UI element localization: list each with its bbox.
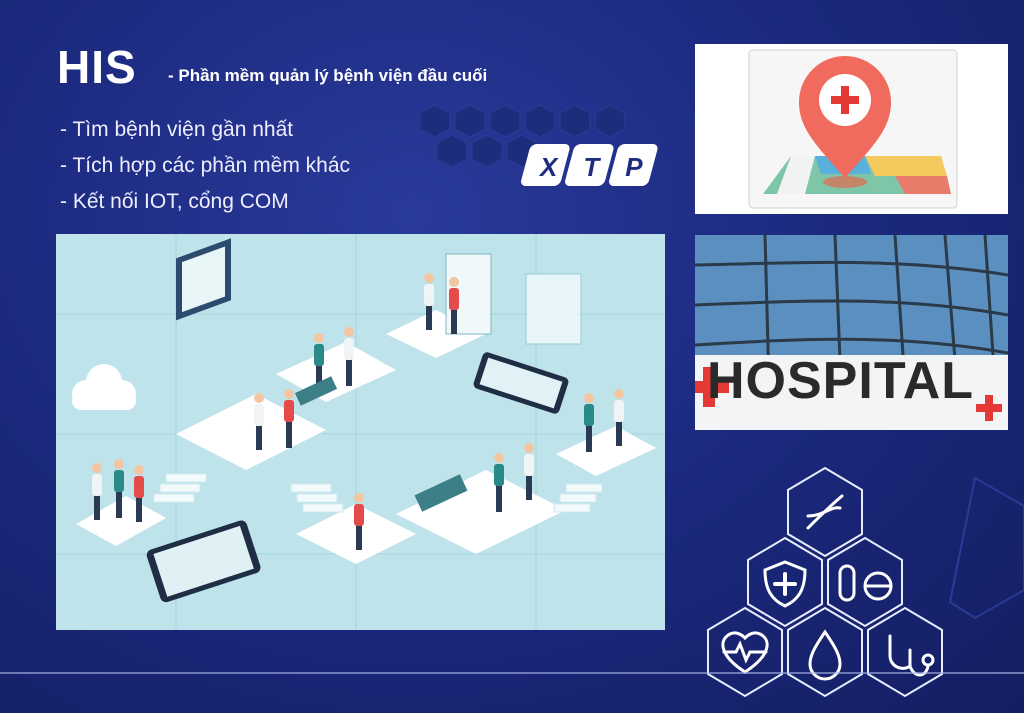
hospital-sign: HOSPITAL: [707, 352, 975, 410]
medical-icons-cluster: [707, 466, 1024, 698]
feature-item: - Kết nối IOT, cổng COM: [60, 190, 289, 213]
drop-icon-hex: [787, 606, 863, 698]
stethoscope-icon: [888, 634, 930, 677]
heart-pulse-icon-hex: [707, 606, 783, 698]
dna-icon: [806, 494, 844, 530]
bottom-divider: [0, 672, 1024, 674]
hospital-photo: HOSPITAL: [695, 235, 1008, 430]
page-title: HIS: [57, 41, 137, 93]
cloud-icon: [72, 364, 136, 410]
map-card: [695, 44, 1008, 214]
hospital-illustration: [56, 234, 665, 630]
stethoscope-icon-hex: [867, 606, 943, 698]
pill-icon: [838, 564, 856, 602]
logo-text: XTP: [538, 152, 664, 182]
feature-item: - Tìm bệnh viện gần nhất: [60, 118, 294, 141]
xtp-logo: XTP: [521, 144, 664, 186]
page-subtitle: - Phần mềm quản lý bệnh viện đầu cuối: [168, 66, 488, 85]
feature-item: - Tích hợp các phần mềm khác: [60, 154, 351, 177]
